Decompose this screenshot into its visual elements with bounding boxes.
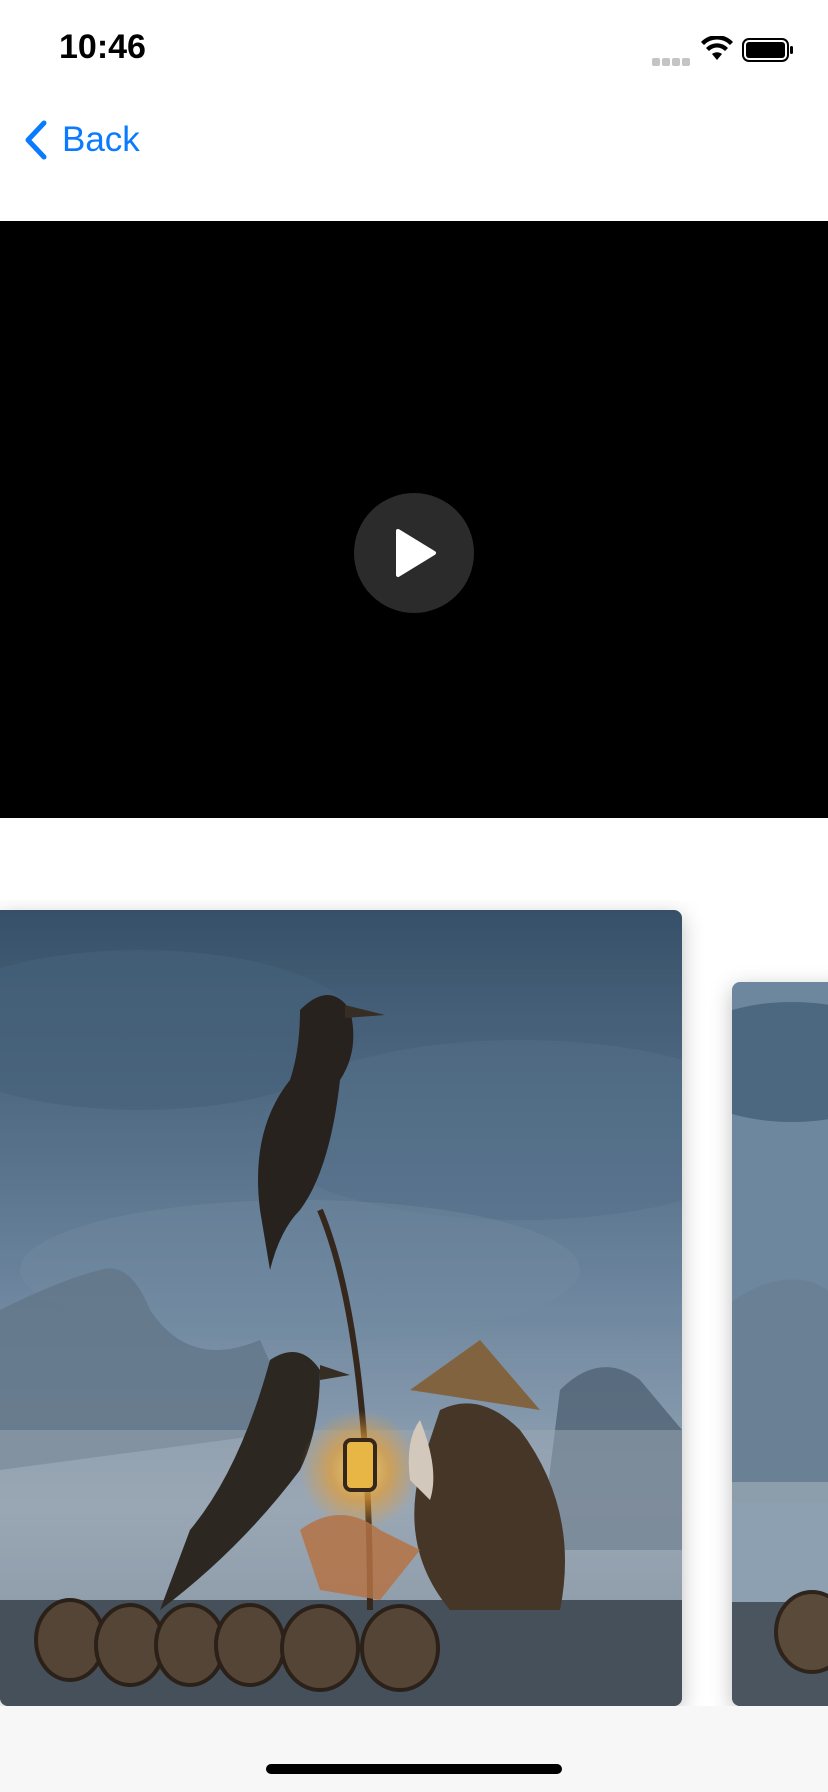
- home-indicator[interactable]: [266, 1764, 562, 1774]
- status-bar: 10:46: [0, 0, 828, 100]
- image-carousel[interactable]: [0, 900, 828, 1706]
- carousel-card[interactable]: [0, 910, 682, 1706]
- play-icon: [396, 529, 436, 577]
- status-time: 10:46: [59, 28, 146, 66]
- cellular-signal-icon: [652, 53, 692, 66]
- bottom-safe-area: [0, 1706, 828, 1792]
- battery-icon: [742, 38, 793, 62]
- chevron-left-icon: [25, 120, 47, 160]
- back-label: Back: [62, 120, 140, 159]
- fisherman-photo: [732, 982, 828, 1706]
- wifi-icon: [701, 36, 733, 60]
- video-player[interactable]: [0, 221, 828, 818]
- fisherman-photo: [0, 910, 682, 1706]
- play-button[interactable]: [354, 493, 474, 613]
- back-button[interactable]: Back: [24, 120, 140, 160]
- carousel-card-next[interactable]: [732, 982, 828, 1706]
